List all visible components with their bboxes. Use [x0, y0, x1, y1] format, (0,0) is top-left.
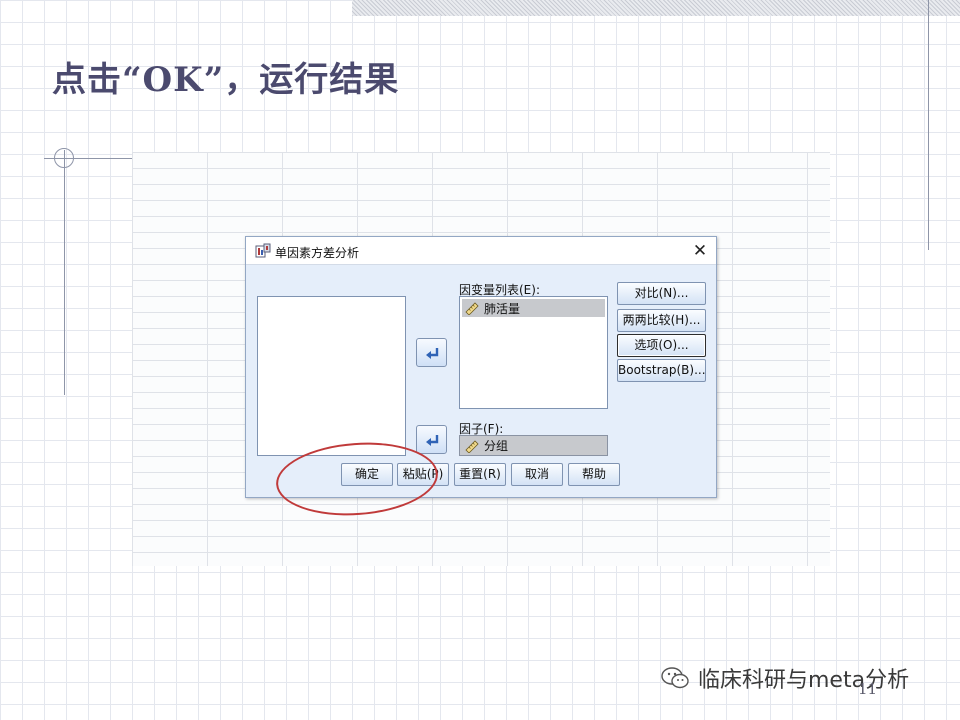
move-to-dependent-button[interactable]	[416, 338, 447, 367]
scale-ruler-icon	[465, 302, 479, 315]
options-button[interactable]: 选项(O)...	[617, 334, 706, 357]
page-number: 11	[858, 680, 878, 698]
scale-ruler-icon	[465, 439, 479, 453]
cancel-button[interactable]: 取消	[511, 463, 563, 486]
slide-title: 点击“OK”，运行结果	[52, 60, 400, 100]
crosshair-decoration	[54, 148, 74, 168]
contrasts-button[interactable]: 对比(N)...	[617, 282, 706, 305]
header-texture-band	[352, 0, 960, 16]
bootstrap-button[interactable]: Bootstrap(B)...	[617, 359, 706, 382]
move-to-factor-button[interactable]	[416, 425, 447, 454]
vertical-rule-right	[928, 0, 929, 250]
factor-variable-name: 分组	[484, 439, 509, 453]
source-variable-list[interactable]	[257, 296, 406, 456]
dependent-variable-list[interactable]: 肺活量	[459, 296, 608, 409]
arrow-left-icon	[426, 435, 439, 446]
dependent-variable-name: 肺活量	[484, 301, 521, 316]
close-icon: ✕	[692, 241, 708, 261]
dialog-title: 单因素方差分析	[275, 246, 360, 260]
list-item[interactable]: 肺活量	[462, 299, 605, 317]
help-button[interactable]: 帮助	[568, 463, 620, 486]
reset-button[interactable]: 重置(R)	[454, 463, 506, 486]
dialog-titlebar: 单因素方差分析 ✕	[246, 237, 716, 265]
wechat-icon	[661, 667, 689, 689]
vertical-rule-left	[64, 150, 65, 395]
watermark-text: 临床科研与meta分析	[698, 668, 910, 693]
spss-app-icon	[255, 243, 271, 258]
arrow-left-icon	[426, 348, 439, 359]
factor-field[interactable]: 分组	[459, 435, 608, 456]
post-hoc-button[interactable]: 两两比较(H)...	[617, 309, 706, 332]
close-button[interactable]: ✕	[690, 241, 710, 261]
